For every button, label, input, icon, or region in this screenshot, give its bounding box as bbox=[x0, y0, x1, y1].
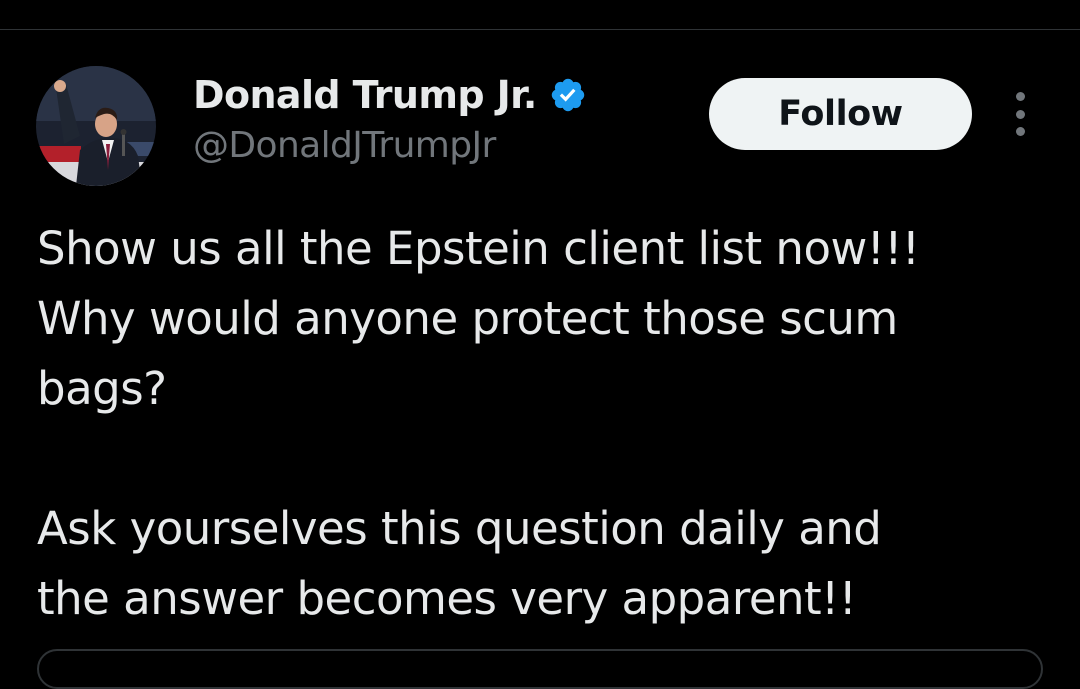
follow-button[interactable]: Follow bbox=[709, 78, 972, 150]
author-display-name[interactable]: Donald Trump Jr. bbox=[193, 73, 537, 117]
tweet-line: Why would anyone protect those scum bbox=[37, 292, 898, 345]
tweet-line-blank bbox=[37, 424, 1067, 494]
tweet-line: the answer becomes very apparent!! bbox=[37, 572, 857, 625]
tweet-line: bags? bbox=[37, 362, 167, 415]
more-dot bbox=[1015, 92, 1025, 101]
author-handle[interactable]: @DonaldJTrumpJr bbox=[193, 125, 496, 166]
top-divider bbox=[0, 29, 1080, 30]
more-dot bbox=[1015, 109, 1025, 119]
author-name-row[interactable]: Donald Trump Jr. bbox=[193, 70, 587, 120]
avatar[interactable] bbox=[36, 66, 156, 186]
more-dot bbox=[1015, 127, 1025, 136]
verified-badge-icon[interactable] bbox=[549, 76, 587, 114]
embedded-card-edge[interactable] bbox=[37, 649, 1043, 689]
tweet-line: Ask yourselves this question daily and bbox=[37, 502, 882, 555]
avatar-photo bbox=[36, 66, 156, 186]
tweet-text: Show us all the Epstein client list now!… bbox=[37, 214, 1067, 634]
tweet-line: Show us all the Epstein client list now!… bbox=[37, 222, 920, 275]
more-options-icon[interactable] bbox=[1006, 92, 1034, 136]
